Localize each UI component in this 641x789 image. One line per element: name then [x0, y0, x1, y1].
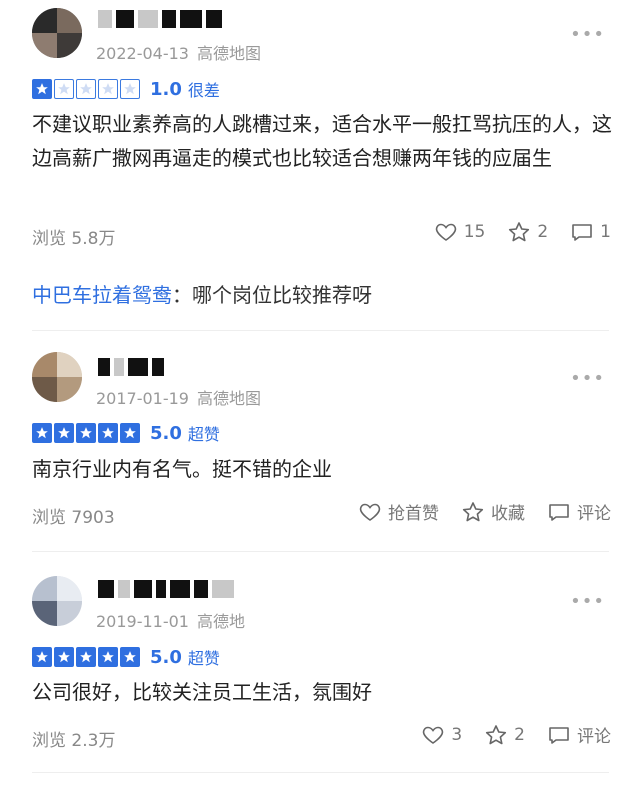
rating-row: 5.0 超赞 — [32, 645, 220, 669]
star-filled-icon — [32, 423, 52, 443]
heart-icon — [359, 503, 381, 521]
favorite-count: 2 — [514, 724, 525, 745]
avatar[interactable] — [32, 352, 82, 402]
favorite-button[interactable]: 2 — [484, 723, 525, 747]
star-outline-icon — [509, 222, 530, 242]
review-source: 高德地图 — [196, 389, 261, 408]
comment-label: 评论 — [577, 727, 611, 747]
star-filled-icon — [32, 79, 52, 99]
review-text: 不建议职业素养高的人跳槽过来，适合水平一般扛骂抗压的人，这边高薪广撒网再逼走的模… — [32, 112, 612, 170]
like-count: 3 — [451, 724, 463, 745]
star-empty-icon — [76, 79, 96, 99]
like-label: 抢首赞 — [388, 504, 439, 524]
reply-text: 哪个岗位比较推荐呀 — [192, 283, 372, 307]
review-meta: 2019-11-01 高德地 — [96, 608, 245, 632]
username-blurred — [98, 356, 164, 378]
review-date: 2019-11-01 — [96, 612, 189, 631]
like-button[interactable]: 抢首赞 — [358, 499, 439, 524]
comment-button[interactable]: 1 — [570, 220, 611, 244]
reply-author[interactable]: 中巴车拉着鸳鸯 — [32, 283, 172, 307]
more-icon[interactable]: ••• — [570, 24, 605, 45]
like-button[interactable]: 15 — [434, 220, 486, 244]
more-icon[interactable]: ••• — [570, 368, 605, 389]
star-filled-icon — [98, 423, 118, 443]
favorite-button[interactable]: 收藏 — [461, 499, 525, 524]
review-actions: 3 2 评论 — [421, 722, 611, 747]
review-text: 公司很好，比较关注员工生活，氛围好 — [32, 680, 372, 704]
rating-row: 5.0 超赞 — [32, 421, 220, 445]
review-text: 南京行业内有名气。挺不错的企业 — [32, 457, 332, 481]
rating-score: 5.0 — [150, 646, 182, 668]
comment-button[interactable]: 评论 — [547, 499, 611, 524]
star-filled-icon — [76, 647, 96, 667]
star-empty-icon — [54, 79, 74, 99]
rating-label: 很差 — [187, 81, 220, 100]
divider — [32, 772, 609, 773]
review-source: 高德地 — [196, 612, 245, 631]
star-filled-icon — [54, 647, 74, 667]
star-filled-icon — [54, 423, 74, 443]
comment-icon — [549, 503, 569, 521]
favorite-count: 2 — [537, 222, 549, 242]
reply-separator: ： — [172, 283, 192, 307]
divider — [32, 551, 609, 552]
rating-score: 1.0 — [150, 78, 182, 100]
review-actions: 15 2 1 — [434, 220, 611, 244]
star-outline-icon — [462, 501, 484, 521]
username-blurred — [98, 8, 222, 30]
view-count: 浏览 2.3万 — [32, 731, 116, 751]
rating-row: 1.0 很差 — [32, 77, 220, 101]
divider — [32, 330, 609, 331]
review-meta: 2017-01-19 高德地图 — [96, 385, 261, 409]
rating-label: 超赞 — [187, 649, 220, 668]
rating-score: 5.0 — [150, 422, 182, 444]
like-button[interactable]: 3 — [421, 723, 462, 747]
review-meta: 2022-04-13 高德地图 — [96, 40, 261, 64]
review-date: 2017-01-19 — [96, 389, 189, 408]
more-icon[interactable]: ••• — [570, 591, 605, 612]
view-count: 浏览 7903 — [32, 508, 115, 528]
star-filled-icon — [120, 423, 140, 443]
comment-icon — [572, 224, 592, 241]
review-actions: 抢首赞 收藏 评论 — [358, 499, 611, 524]
heart-icon — [435, 223, 456, 241]
review-date: 2022-04-13 — [96, 44, 189, 63]
avatar[interactable] — [32, 576, 82, 626]
view-count: 浏览 5.8万 — [32, 229, 116, 249]
avatar[interactable] — [32, 8, 82, 58]
star-empty-icon — [98, 79, 118, 99]
comment-count: 1 — [600, 222, 611, 242]
comment-button[interactable]: 评论 — [547, 722, 611, 747]
comment-icon — [549, 726, 569, 744]
star-filled-icon — [120, 647, 140, 667]
rating-label: 超赞 — [187, 425, 220, 444]
comment-label: 评论 — [577, 504, 611, 524]
review-source: 高德地图 — [196, 44, 261, 63]
like-count: 15 — [463, 222, 486, 242]
star-empty-icon — [120, 79, 140, 99]
star-outline-icon — [486, 724, 507, 744]
username-blurred — [98, 578, 234, 600]
favorite-button[interactable]: 2 — [507, 220, 548, 244]
favorite-label: 收藏 — [491, 504, 525, 524]
star-filled-icon — [76, 423, 96, 443]
reply-item[interactable]: 中巴车拉着鸳鸯：哪个岗位比较推荐呀 — [32, 279, 372, 308]
heart-icon — [423, 726, 444, 744]
star-filled-icon — [32, 647, 52, 667]
star-filled-icon — [98, 647, 118, 667]
